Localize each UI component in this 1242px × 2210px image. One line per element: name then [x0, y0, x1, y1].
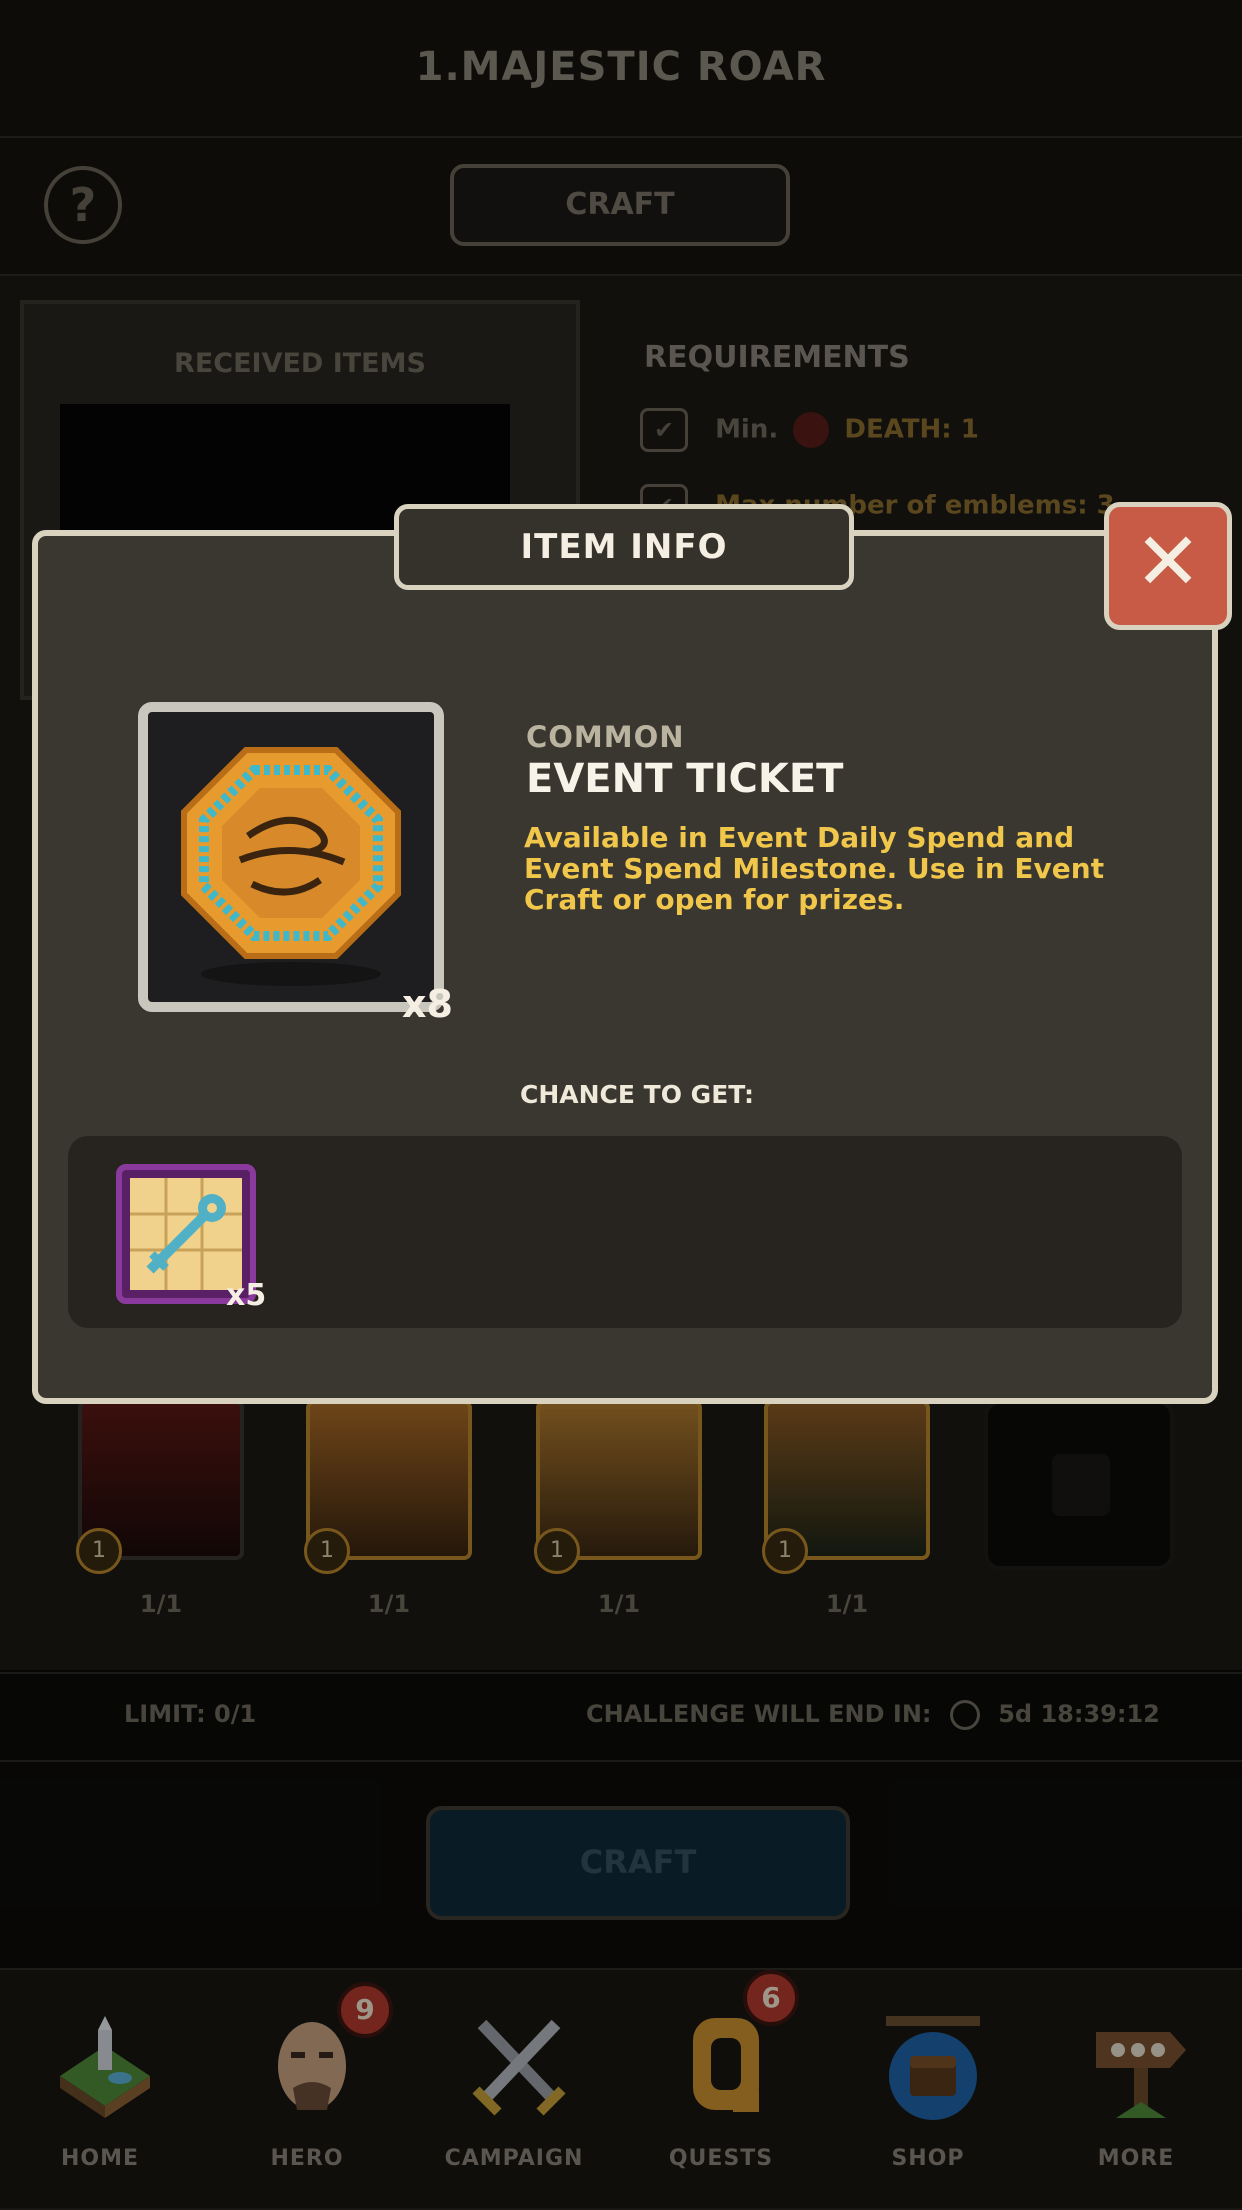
- modal-title: ITEM INFO: [394, 504, 854, 590]
- prize-count: x5: [226, 1278, 267, 1313]
- item-count: x8: [402, 982, 453, 1026]
- item-frame: [138, 702, 444, 1012]
- event-ticket-icon: [181, 747, 401, 986]
- item-name: EVENT TICKET: [526, 756, 844, 802]
- item-rarity: COMMON: [526, 720, 685, 754]
- chance-to-get-label: CHANCE TO GET:: [520, 1080, 754, 1109]
- close-button[interactable]: ✕: [1104, 502, 1232, 630]
- item-description: Available in Event Daily Spend and Event…: [524, 821, 1105, 916]
